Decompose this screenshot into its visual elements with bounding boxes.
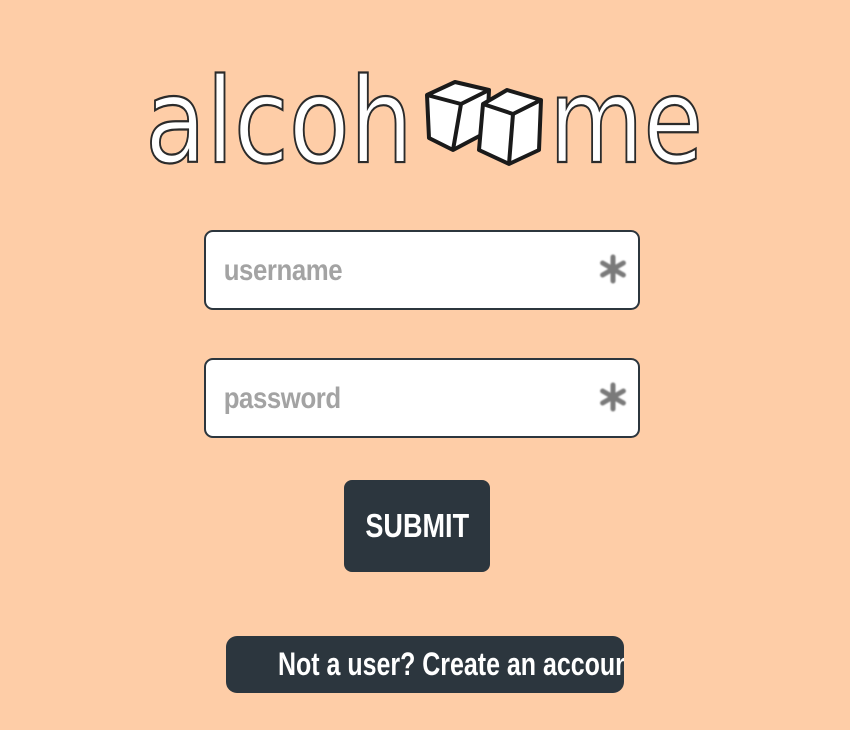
ice-cubes-icon [425, 80, 543, 166]
username-input[interactable] [222, 232, 544, 310]
password-input[interactable] [222, 360, 544, 438]
app-logo: alcoh me [145, 40, 705, 170]
create-account-link[interactable]: Not a user? Create an account! [226, 636, 624, 693]
logo-text-left: alcoh [145, 52, 413, 170]
create-account-label: Not a user? Create an account! [278, 646, 624, 682]
password-field[interactable] [204, 358, 640, 438]
username-field[interactable] [204, 230, 640, 310]
logo-text-right: me [549, 52, 703, 170]
asterisk-icon [600, 382, 626, 412]
login-page: alcoh me username SUBMIT Not a user? Cre… [0, 0, 850, 730]
submit-button-label: SUBMIT [365, 507, 469, 544]
asterisk-icon [600, 254, 626, 284]
submit-button[interactable]: SUBMIT [344, 480, 490, 572]
